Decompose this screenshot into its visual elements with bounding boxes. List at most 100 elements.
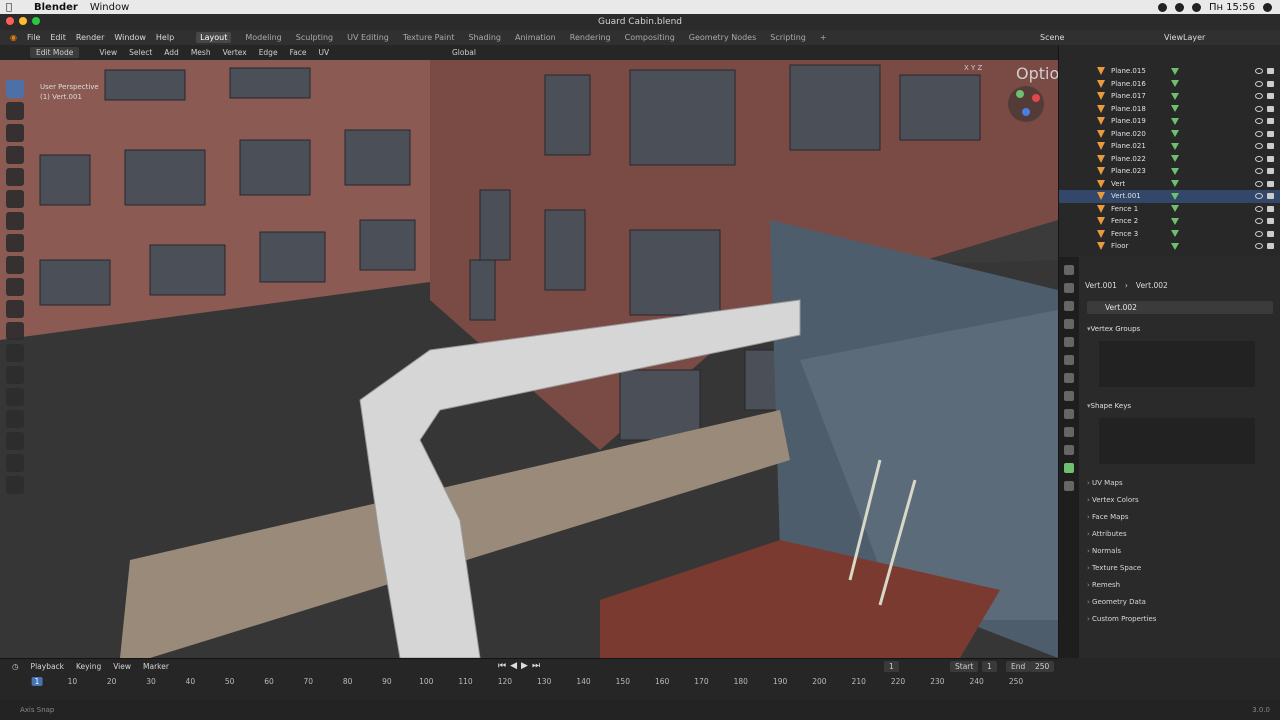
output-tab-icon[interactable] [1064, 301, 1074, 311]
spin-tool-icon[interactable] [6, 388, 24, 406]
menu-file[interactable]: File [27, 33, 40, 42]
render-camera-icon[interactable] [1267, 155, 1274, 162]
panel-shape-keys[interactable]: Shape Keys [1087, 402, 1131, 410]
knife-tool-icon[interactable] [6, 344, 24, 362]
extrude-tool-icon[interactable] [6, 256, 24, 274]
axis-lock[interactable]: X Y Z [964, 64, 982, 72]
menu-edge[interactable]: Edge [259, 48, 278, 57]
menu-render[interactable]: Render [76, 33, 104, 42]
outliner-item[interactable]: Plane.021 [1059, 140, 1280, 153]
wifi-icon[interactable] [1174, 2, 1184, 12]
rip-tool-icon[interactable] [6, 476, 24, 494]
search-icon[interactable] [1263, 2, 1272, 12]
mesh-data-icon[interactable] [1171, 155, 1179, 163]
mesh-data-icon[interactable] [1171, 80, 1179, 88]
tab-sculpting[interactable]: Sculpting [296, 33, 333, 42]
mesh-data-icon[interactable] [1171, 242, 1179, 250]
mesh-data-icon[interactable] [1171, 192, 1179, 200]
visibility-eye-icon[interactable] [1255, 205, 1263, 212]
menu-window[interactable]: Window [114, 33, 146, 42]
outliner-item[interactable]: Plane.022 [1059, 153, 1280, 166]
mesh-data-icon[interactable] [1171, 217, 1179, 225]
visibility-eye-icon[interactable] [1255, 68, 1263, 75]
apple-icon[interactable]:  [6, 2, 18, 13]
mesh-data-tab-icon[interactable] [1064, 463, 1074, 473]
visibility-eye-icon[interactable] [1255, 143, 1263, 150]
render-camera-icon[interactable] [1267, 168, 1274, 175]
add-workspace-icon[interactable]: + [820, 33, 827, 42]
menu-marker[interactable]: Marker [143, 662, 169, 671]
transform-orientation-dropdown[interactable]: Global [452, 48, 476, 57]
scale-tool-icon[interactable] [6, 168, 24, 186]
menu-select[interactable]: Select [129, 48, 152, 57]
visibility-eye-icon[interactable] [1255, 168, 1263, 175]
panel-vertex-groups[interactable]: Vertex Groups [1087, 325, 1140, 333]
mesh-data-icon[interactable] [1171, 105, 1179, 113]
outliner-item[interactable]: Vert [1059, 178, 1280, 191]
menu-keying[interactable]: Keying [76, 662, 101, 671]
tab-shading[interactable]: Shading [468, 33, 501, 42]
menu-uv[interactable]: UV [319, 48, 330, 57]
visibility-eye-icon[interactable] [1255, 105, 1263, 112]
tool-tab-icon[interactable] [1064, 265, 1074, 275]
blender-logo-icon[interactable]: ◉ [10, 33, 17, 42]
minimize-icon[interactable] [19, 17, 27, 25]
visibility-eye-icon[interactable] [1255, 230, 1263, 237]
tab-animation[interactable]: Animation [515, 33, 556, 42]
modifier-tab-icon[interactable] [1064, 391, 1074, 401]
playback-controls[interactable]: ⏮◀▶⏭ [498, 661, 544, 671]
render-camera-icon[interactable] [1267, 130, 1274, 137]
outliner-item[interactable]: Plane.020 [1059, 128, 1280, 141]
view-layer-selector[interactable]: ViewLayer [1164, 33, 1205, 42]
inset-tool-icon[interactable] [6, 278, 24, 296]
annotate-tool-icon[interactable] [6, 212, 24, 230]
start-frame-field[interactable]: 1 [982, 660, 997, 672]
outliner-item[interactable]: Plane.016 [1059, 78, 1280, 91]
render-camera-icon[interactable] [1267, 118, 1274, 125]
mesh-data-icon[interactable] [1171, 180, 1179, 188]
scene-selector[interactable]: Scene [1040, 33, 1064, 42]
close-icon[interactable] [6, 17, 14, 25]
mesh-data-icon[interactable] [1171, 117, 1179, 125]
panel-texture-space[interactable]: Texture Space [1087, 564, 1141, 572]
app-menu[interactable]: Blender [34, 2, 78, 13]
editor-type-icon[interactable]: ◷ [12, 662, 19, 671]
panel-face-maps[interactable]: Face Maps [1087, 513, 1128, 521]
mesh-data-icon[interactable] [1171, 67, 1179, 75]
tab-modeling[interactable]: Modeling [245, 33, 281, 42]
mesh-data-icon[interactable] [1171, 205, 1179, 213]
render-camera-icon[interactable] [1267, 230, 1274, 237]
panel-custom-properties[interactable]: Custom Properties [1087, 615, 1156, 623]
shape-keys-list[interactable] [1099, 418, 1255, 464]
end-frame-field[interactable]: 250 [1030, 660, 1055, 672]
outliner-item[interactable]: Plane.015 [1059, 65, 1280, 78]
render-camera-icon[interactable] [1267, 193, 1274, 200]
visibility-eye-icon[interactable] [1255, 93, 1263, 100]
smooth-tool-icon[interactable] [6, 410, 24, 428]
transform-tool-icon[interactable] [6, 190, 24, 208]
outliner-item[interactable]: Fence 3 [1059, 228, 1280, 241]
object-tab-icon[interactable] [1064, 373, 1074, 383]
tab-compositing[interactable]: Compositing [625, 33, 675, 42]
menu-mesh[interactable]: Mesh [191, 48, 211, 57]
panel-uv-maps[interactable]: UV Maps [1087, 479, 1123, 487]
menu-playback[interactable]: Playback [31, 662, 64, 671]
mac-menu-window[interactable]: Window [90, 2, 129, 13]
panel-normals[interactable]: Normals [1087, 547, 1121, 555]
render-camera-icon[interactable] [1267, 68, 1274, 75]
zoom-icon[interactable] [32, 17, 40, 25]
panel-vertex-colors[interactable]: Vertex Colors [1087, 496, 1139, 504]
outliner-item[interactable]: Floor [1059, 240, 1280, 253]
mesh-data-icon[interactable] [1171, 130, 1179, 138]
measure-tool-icon[interactable] [6, 234, 24, 252]
mesh-data-icon[interactable] [1171, 167, 1179, 175]
tab-uv-editing[interactable]: UV Editing [347, 33, 389, 42]
menu-timeline-view[interactable]: View [113, 662, 131, 671]
select-tool-icon[interactable] [6, 80, 24, 98]
outliner-item[interactable]: Fence 2 [1059, 215, 1280, 228]
mesh-data-icon[interactable] [1171, 142, 1179, 150]
visibility-eye-icon[interactable] [1255, 243, 1263, 250]
3d-viewport[interactable]: User Perspective (1) Vert.001 Options X … [0, 60, 1058, 658]
current-frame-field[interactable]: 1 [884, 660, 899, 672]
menu-vertex[interactable]: Vertex [223, 48, 247, 57]
